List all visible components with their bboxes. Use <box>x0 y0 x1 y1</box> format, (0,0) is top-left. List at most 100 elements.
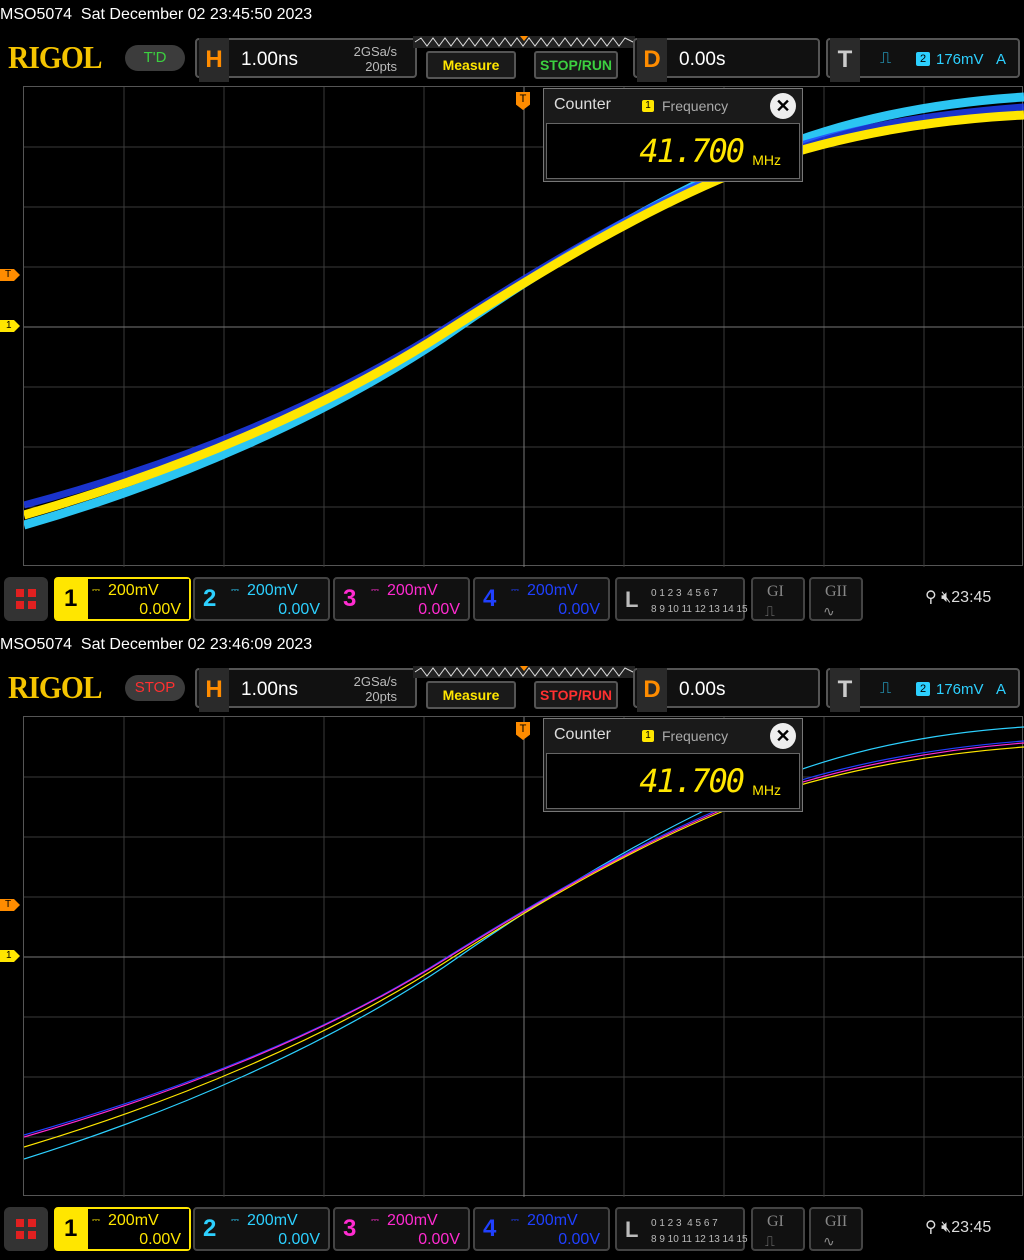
channel-2-offset: 0.00V <box>278 601 320 618</box>
system-tray: ⚲ 🔇︎23:45 <box>925 587 991 607</box>
channel-3-number: 3 <box>343 1215 357 1242</box>
channel-2-box[interactable]: 2 ⎓ 200mV 0.00V <box>193 577 330 621</box>
waveform-grid[interactable] <box>23 86 1024 567</box>
channel-2-box[interactable]: 2 ⎓ 200mV 0.00V <box>193 1207 330 1251</box>
counter-measurement: Frequency <box>662 728 729 744</box>
trigger-level-marker[interactable]: T <box>0 899 20 911</box>
system-tray: ⚲ 🔇︎23:45 <box>925 1217 991 1237</box>
dc-coupling-icon: ⎓ <box>231 585 239 596</box>
trigger-source-badge: 2 <box>916 52 930 66</box>
ch1-offset-marker[interactable]: 1 <box>0 320 20 332</box>
measure-button[interactable]: Measure <box>426 681 516 709</box>
delay-label: D <box>637 668 667 712</box>
measure-button[interactable]: Measure <box>426 51 516 79</box>
channel-1-number: 1 <box>64 585 78 612</box>
generator-1-label: GI <box>767 1213 784 1230</box>
rigol-logo: RIGOL <box>8 39 102 75</box>
channel-3-scale: 200mV <box>387 582 438 599</box>
channel-1-box[interactable]: 1 ⎓ 200mV 0.00V <box>54 1207 191 1251</box>
scope-screen-1: MSO5074 Sat December 02 23:45:50 2023 RI… <box>0 0 1024 630</box>
waveform-position-indicator <box>413 666 635 678</box>
counter-unit: MHz <box>752 782 781 798</box>
rising-edge-icon: ⎍ <box>880 680 892 697</box>
main-menu-icon[interactable] <box>4 1207 48 1251</box>
bottom-toolbar: 1 ⎓ 200mV 0.00V 2 ⎓ 200mV 0.00V 3 ⎓ 200m… <box>0 574 1024 624</box>
dc-coupling-icon: ⎓ <box>231 1215 239 1226</box>
delay-box[interactable]: D 0.00s <box>633 38 820 82</box>
generator-2-label: GII <box>825 583 848 600</box>
channel-4-number: 4 <box>483 585 497 612</box>
logic-channels-row-1: 0 1 2 3 4 5 6 7 <box>651 1218 718 1229</box>
generator-2-box[interactable]: GII ∿ <box>809 577 863 621</box>
generator-1-box[interactable]: GI ⎍ <box>751 1207 805 1251</box>
channel-3-box[interactable]: 3 ⎓ 200mV 0.00V <box>333 1207 470 1251</box>
trigger-box[interactable]: T ⎍ 2 176mV A <box>826 668 1020 712</box>
usb-icon: ⚲ <box>925 1219 942 1236</box>
channel-1-offset: 0.00V <box>139 1231 181 1248</box>
counter-panel: Counter 1 Frequency ✕ 41.700 MHz <box>543 718 803 812</box>
channel-4-box[interactable]: 4 ⎓ 200mV 0.00V <box>473 577 610 621</box>
counter-readout: 41.700 MHz <box>546 753 800 809</box>
scope-screen-2: MSO5074 Sat December 02 23:46:09 2023 RI… <box>0 630 1024 1260</box>
timebase-value: 1.00ns <box>241 679 299 700</box>
waveform-grid[interactable] <box>23 716 1024 1197</box>
clock: 23:45 <box>951 1219 992 1236</box>
mute-icon[interactable]: 🔇︎ <box>941 589 951 606</box>
logic-channels-row-2: 8 9 10 11 12 13 14 15 <box>651 1234 748 1245</box>
clock: 23:45 <box>951 589 992 606</box>
sine-wave-icon: ∿ <box>823 603 835 619</box>
main-menu-icon[interactable] <box>4 577 48 621</box>
generator-2-box[interactable]: GII ∿ <box>809 1207 863 1251</box>
channel-2-number: 2 <box>203 585 217 612</box>
trigger-mode: A <box>995 51 1006 68</box>
channel-3-box[interactable]: 3 ⎓ 200mV 0.00V <box>333 577 470 621</box>
sample-rate: 2GSa/s <box>353 44 397 59</box>
channel-4-scale: 200mV <box>527 582 578 599</box>
channel-4-offset: 0.00V <box>558 1231 600 1248</box>
delay-box[interactable]: D 0.00s <box>633 668 820 712</box>
logic-analyzer-box[interactable]: L 0 1 2 3 4 5 6 7 8 9 10 11 12 13 14 15 <box>615 577 748 621</box>
sample-rate-readout: 2GSa/s 20pts <box>354 44 397 74</box>
sample-rate: 2GSa/s <box>353 674 397 689</box>
memory-depth: 20pts <box>365 689 397 704</box>
acquisition-status-badge: T'D <box>125 45 185 71</box>
generator-1-box[interactable]: GI ⎍ <box>751 577 805 621</box>
trigger-box[interactable]: T ⎍ 2 176mV A <box>826 38 1020 82</box>
channel-1-scale: 200mV <box>108 582 159 599</box>
dc-coupling-icon: ⎓ <box>511 1215 519 1226</box>
channel-1-box[interactable]: 1 ⎓ 200mV 0.00V <box>54 577 191 621</box>
trigger-mode: A <box>995 681 1006 698</box>
trigger-level-marker[interactable]: T <box>0 269 20 281</box>
trigger-label: T <box>830 668 860 712</box>
sine-wave-icon: ∿ <box>823 1233 835 1249</box>
counter-channel-badge: 1 <box>642 730 654 742</box>
trigger-source-badge: 2 <box>916 682 930 696</box>
channel-4-box[interactable]: 4 ⎓ 200mV 0.00V <box>473 1207 610 1251</box>
horizontal-timebase-box[interactable]: H 1.00ns 2GSa/s 20pts <box>195 38 417 82</box>
bottom-toolbar: 1 ⎓ 200mV 0.00V 2 ⎓ 200mV 0.00V 3 ⎓ 200m… <box>0 1204 1024 1254</box>
timebase-value: 1.00ns <box>241 49 299 70</box>
counter-measurement: Frequency <box>662 98 729 114</box>
ch1-offset-marker[interactable]: 1 <box>0 950 20 962</box>
channel-2-scale: 200mV <box>247 582 298 599</box>
logic-channels-row-2: 8 9 10 11 12 13 14 15 <box>651 604 748 615</box>
top-toolbar: RIGOL T'D H 1.00ns 2GSa/s 20pts Measure … <box>0 36 1024 82</box>
memory-depth: 20pts <box>365 59 397 74</box>
counter-readout: 41.700 MHz <box>546 123 800 179</box>
waveform-position-indicator <box>413 36 635 48</box>
logic-analyzer-box[interactable]: L 0 1 2 3 4 5 6 7 8 9 10 11 12 13 14 15 <box>615 1207 748 1251</box>
stop-run-button[interactable]: STOP/RUN <box>534 681 618 709</box>
counter-unit: MHz <box>752 152 781 168</box>
channel-3-offset: 0.00V <box>418 601 460 618</box>
waveform-graticule <box>24 717 1024 1197</box>
channel-3-offset: 0.00V <box>418 1231 460 1248</box>
horizontal-timebase-box[interactable]: H 1.00ns 2GSa/s 20pts <box>195 668 417 712</box>
close-icon[interactable]: ✕ <box>770 93 796 119</box>
stop-run-button[interactable]: STOP/RUN <box>534 51 618 79</box>
close-icon[interactable]: ✕ <box>770 723 796 749</box>
dc-coupling-icon: ⎓ <box>371 585 379 596</box>
mute-icon[interactable]: 🔇︎ <box>941 1219 951 1236</box>
logic-channels-row-1: 0 1 2 3 4 5 6 7 <box>651 588 718 599</box>
screenshot-caption: MSO5074 Sat December 02 23:46:09 2023 <box>0 636 313 653</box>
channel-4-scale: 200mV <box>527 1212 578 1229</box>
